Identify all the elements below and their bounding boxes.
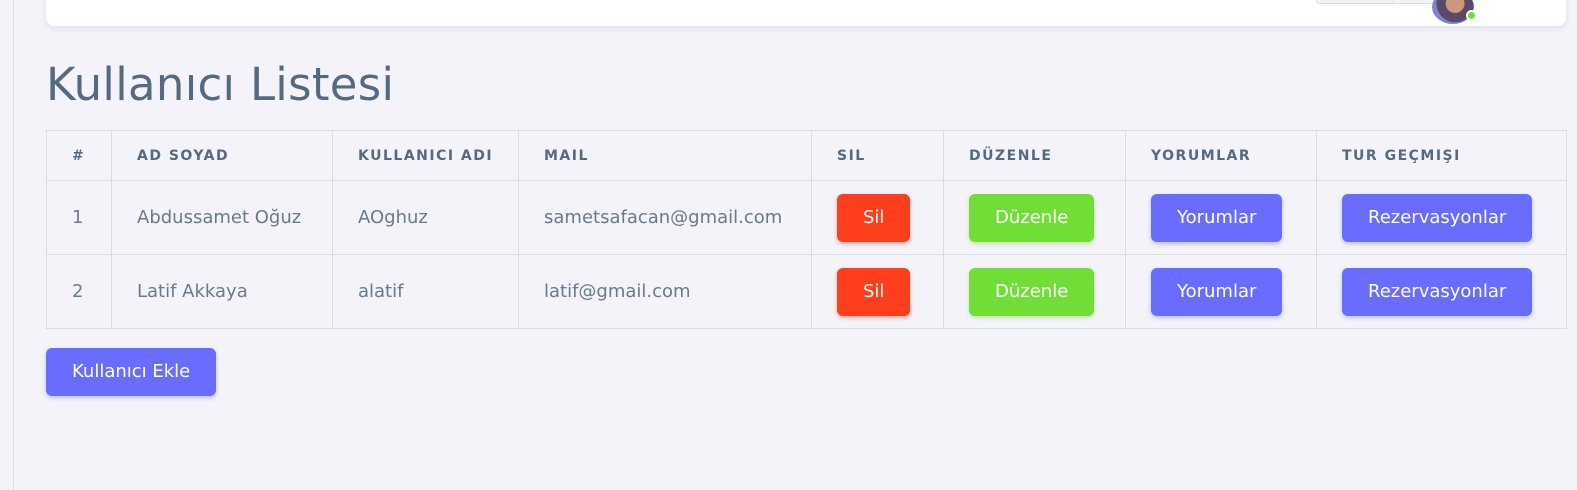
row-delete-cell: Sil — [811, 180, 944, 255]
comments-button[interactable]: Yorumlar — [1151, 267, 1283, 316]
row-edit-cell: Düzenle — [943, 180, 1126, 255]
row-reservations-cell: Rezervasyonlar — [1316, 254, 1567, 329]
add-user-button[interactable]: Kullanıcı Ekle — [46, 348, 217, 396]
page-title: Kullanıcı Listesi — [46, 58, 395, 111]
row-full-name: Abdussamet Oğuz — [111, 180, 333, 255]
reservations-button[interactable]: Rezervasyonlar — [1342, 267, 1533, 316]
table-row: 1 Abdussamet Oğuz AOghuz sametsafacan@gm… — [46, 180, 1567, 255]
row-index: 2 — [46, 254, 112, 329]
edit-button[interactable]: Düzenle — [969, 267, 1095, 316]
row-mail: sametsafacan@gmail.com — [518, 180, 812, 255]
edit-button[interactable]: Düzenle — [969, 193, 1095, 242]
row-reservations-cell: Rezervasyonlar — [1316, 180, 1567, 255]
row-index: 1 — [46, 180, 112, 255]
row-comments-cell: Yorumlar — [1125, 254, 1317, 329]
row-full-name: Latif Akkaya — [111, 254, 333, 329]
delete-button[interactable]: Sil — [837, 193, 911, 242]
row-comments-cell: Yorumlar — [1125, 180, 1317, 255]
sidebar-edge — [0, 0, 14, 490]
users-table: # AD SOYAD KULLANICI ADI MAIL SIL DÜZENL… — [46, 130, 1567, 329]
column-header-full-name: AD SOYAD — [111, 130, 333, 181]
row-mail: latif@gmail.com — [518, 254, 812, 329]
column-header-index: # — [46, 130, 112, 181]
navbar-toggle-group[interactable] — [1316, 0, 1449, 4]
column-header-edit: DÜZENLE — [943, 130, 1126, 181]
top-navbar — [46, 0, 1566, 26]
column-header-username: KULLANICI ADI — [332, 130, 519, 181]
row-edit-cell: Düzenle — [943, 254, 1126, 329]
column-header-delete: SIL — [811, 130, 944, 181]
column-header-comments: YORUMLAR — [1125, 130, 1317, 181]
row-username: AOghuz — [332, 180, 519, 255]
navbar-toggle-divider — [1393, 0, 1394, 4]
table-header-row: # AD SOYAD KULLANICI ADI MAIL SIL DÜZENL… — [46, 130, 1567, 181]
reservations-button[interactable]: Rezervasyonlar — [1342, 193, 1533, 242]
column-header-mail: MAIL — [518, 130, 812, 181]
online-status-icon — [1466, 10, 1477, 21]
row-delete-cell: Sil — [811, 254, 944, 329]
row-username: alatif — [332, 254, 519, 329]
table-row: 2 Latif Akkaya alatif latif@gmail.com Si… — [46, 254, 1567, 329]
delete-button[interactable]: Sil — [837, 267, 911, 316]
comments-button[interactable]: Yorumlar — [1151, 193, 1283, 242]
column-header-tour-history: TUR GEÇMIŞI — [1316, 130, 1567, 181]
